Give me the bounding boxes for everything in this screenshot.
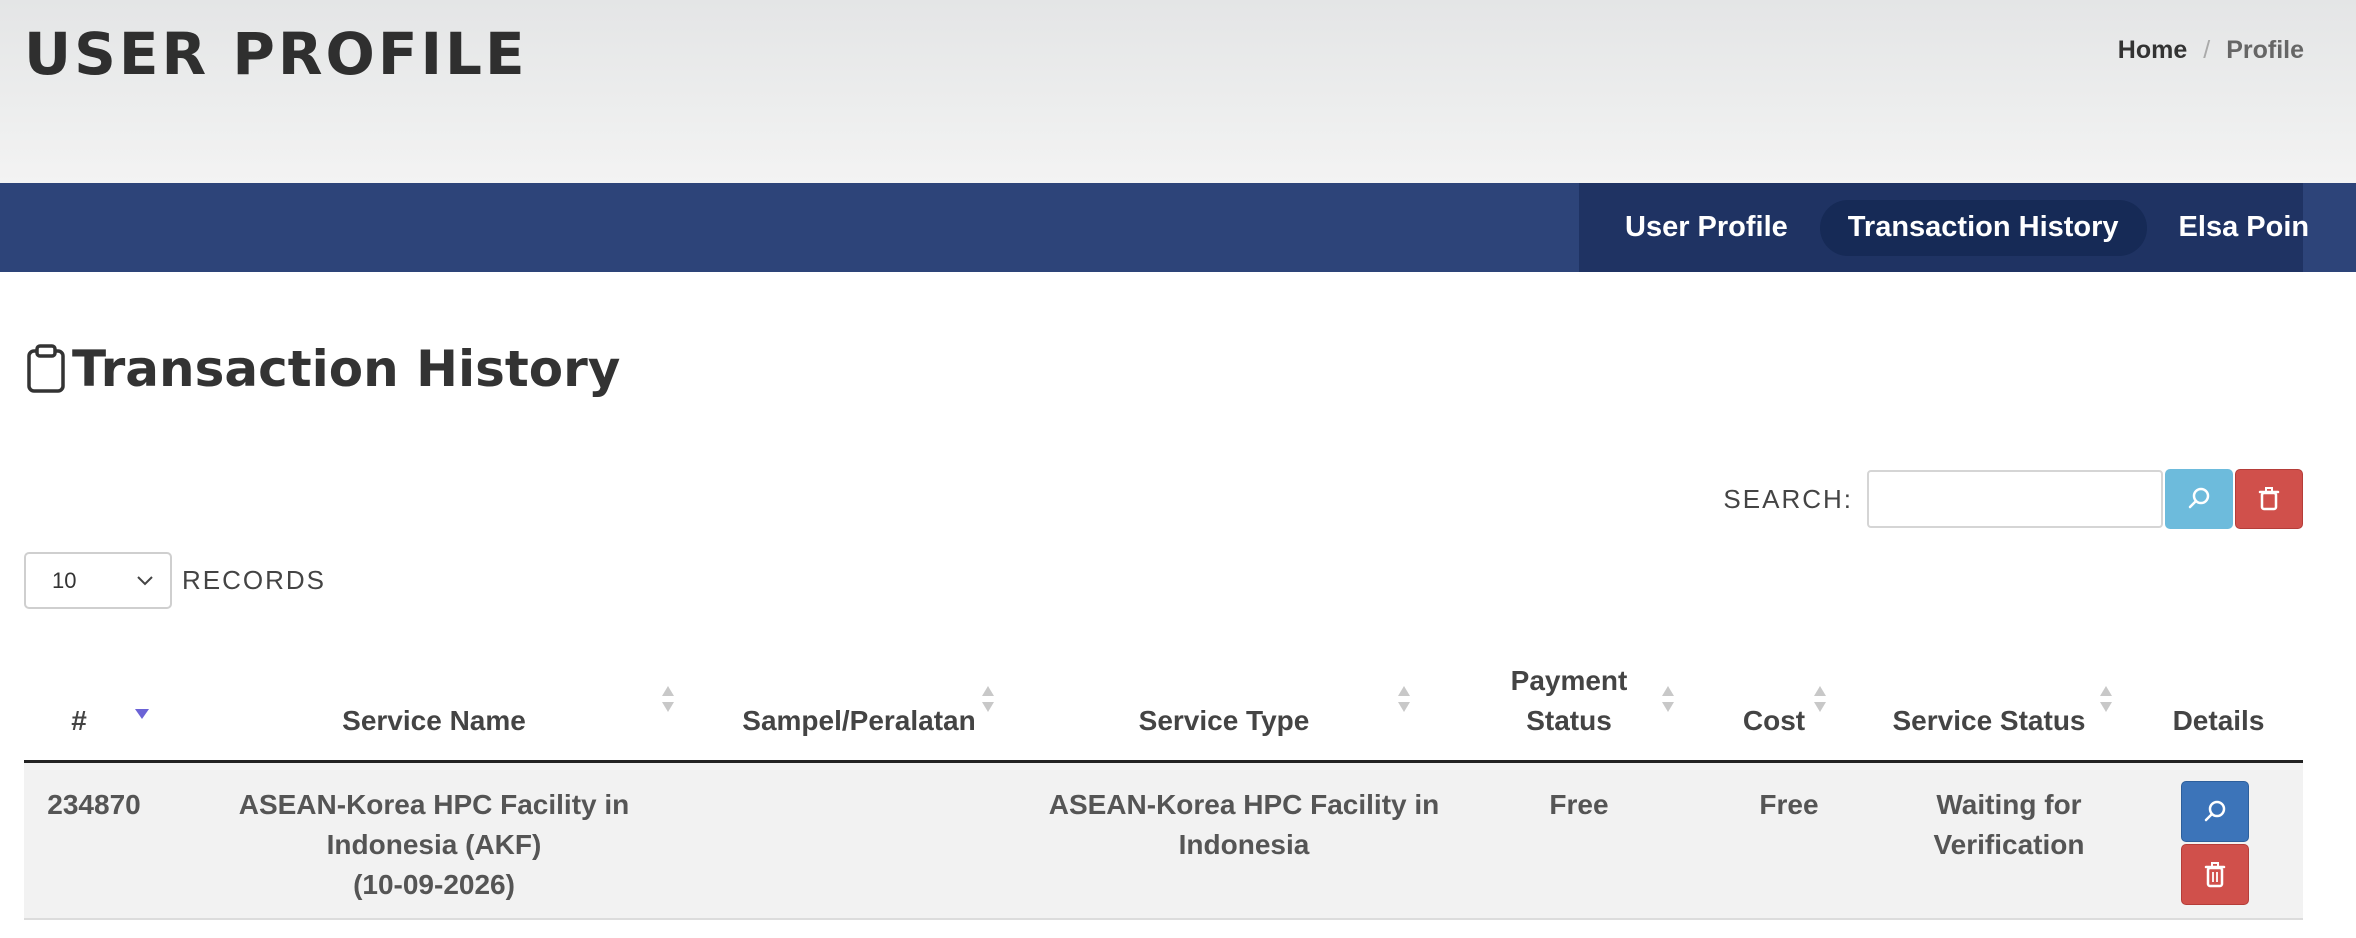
tab-transaction-history[interactable]: Transaction History (1819, 199, 2147, 256)
col-header-sample[interactable]: Sampel/Peralatan (694, 652, 1024, 763)
sort-icon (2100, 686, 2112, 712)
search-icon (2204, 800, 2226, 821)
records-selected-value: 10 (52, 567, 77, 593)
breadcrumb-current: Profile (2226, 36, 2304, 64)
sort-icon (1814, 686, 1826, 712)
col-header-payment-status[interactable]: Payment Status (1444, 652, 1694, 763)
breadcrumb: Home / Profile (2118, 36, 2304, 65)
cell-cost: Free (1759, 789, 1819, 820)
sort-icon (982, 686, 994, 712)
breadcrumb-separator: / (2203, 36, 2211, 64)
records-per-page-select[interactable]: 10 (24, 552, 172, 609)
sort-icon (1662, 686, 1674, 712)
search-icon (2188, 487, 2210, 509)
transaction-table: # Service Name Sampel/Peralatan Service … (24, 652, 2303, 920)
col-header-service-name[interactable]: Service Name (204, 652, 664, 763)
cell-service-type: ASEAN-Korea HPC Facility in Indonesia (1048, 789, 1440, 860)
breadcrumb-home-link[interactable]: Home (2118, 36, 2187, 65)
clear-search-button[interactable] (2235, 469, 2303, 529)
section-title: Transaction History (24, 340, 620, 398)
cell-details (2181, 781, 2251, 905)
col-header-service-type[interactable]: Service Type (1014, 652, 1434, 763)
tab-elsa-poin[interactable]: Elsa Poin (2151, 200, 2338, 256)
view-details-button[interactable] (2181, 781, 2249, 842)
profile-tabs: User Profile Transaction History Elsa Po… (1579, 183, 2309, 272)
col-header-details: Details (2172, 705, 2265, 736)
clipboard-icon (27, 344, 65, 393)
cell-service-status: Waiting for Verification (1933, 789, 2085, 860)
search-bar: SEARCH: (1723, 469, 2303, 529)
table-row: 234870 ASEAN-Korea HPC Facility in Indon… (24, 763, 2303, 920)
sort-icon (1398, 686, 1410, 712)
trash-icon (2258, 487, 2280, 511)
col-header-service-status[interactable]: Service Status (1844, 652, 2134, 763)
table-header: # Service Name Sampel/Peralatan Service … (24, 652, 2303, 763)
delete-transaction-button[interactable] (2181, 844, 2249, 905)
search-button[interactable] (2165, 469, 2233, 529)
search-label: SEARCH: (1723, 483, 1853, 514)
sort-desc-icon (135, 709, 149, 719)
records-control: 10 RECORDS (24, 552, 326, 609)
profile-navbar: User Profile Transaction History Elsa Po… (0, 183, 2356, 272)
col-header-id[interactable]: # (24, 652, 134, 763)
page-title: USER PROFILE (24, 20, 528, 88)
cell-id: 234870 (47, 789, 141, 820)
cell-service-name: ASEAN-Korea HPC Facility in Indonesia (A… (238, 789, 630, 900)
records-label: RECORDS (182, 565, 327, 595)
col-header-cost[interactable]: Cost (1694, 652, 1854, 763)
page-header: USER PROFILE Home / Profile (0, 0, 2356, 183)
tab-user-profile[interactable]: User Profile (1597, 200, 1816, 256)
search-input[interactable] (1867, 470, 2163, 528)
section-title-text: Transaction History (72, 340, 621, 398)
cell-payment-status: Free (1549, 789, 1609, 820)
sort-icon (662, 686, 674, 712)
chevron-down-icon (137, 575, 153, 585)
trash-icon (2204, 861, 2226, 887)
